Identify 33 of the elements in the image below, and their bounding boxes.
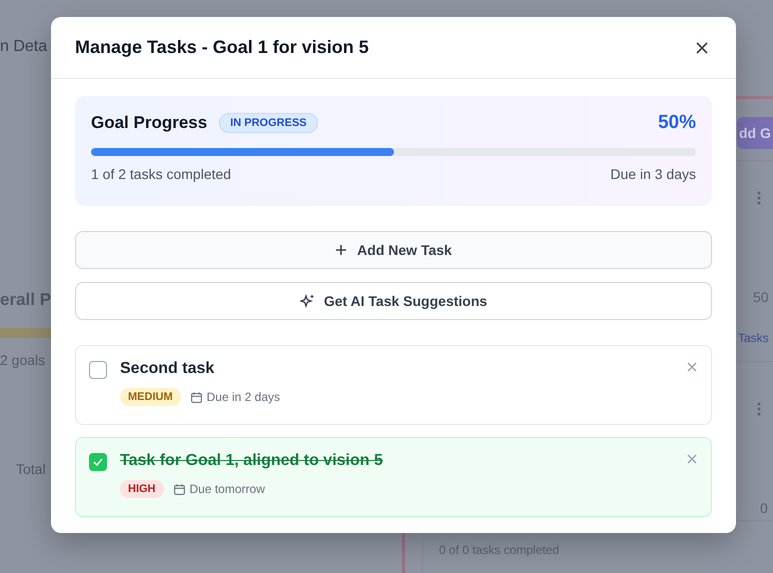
task-title: Second task bbox=[120, 360, 216, 378]
page-title: n Deta bbox=[0, 38, 48, 56]
delete-button[interactable] bbox=[685, 360, 699, 374]
delete-button[interactable] bbox=[685, 452, 699, 466]
task-title: Task for Goal 1, aligned to vision 5 bbox=[120, 452, 384, 470]
sparkle-icon bbox=[300, 294, 314, 308]
check-icon bbox=[93, 458, 103, 466]
close-icon bbox=[687, 454, 697, 464]
more-icon bbox=[757, 191, 761, 205]
add-task-button[interactable]: Add New Task bbox=[75, 231, 712, 269]
dialog-title: Manage Tasks - Goal 1 for vision 5 bbox=[75, 37, 369, 58]
close-icon bbox=[687, 362, 697, 372]
more-icon bbox=[757, 402, 761, 416]
task-checkbox[interactable] bbox=[89, 453, 107, 471]
progress-label: Goal Progress bbox=[91, 113, 208, 133]
due-text: Due in 3 days bbox=[610, 166, 696, 182]
stat-label: Total bbox=[16, 461, 46, 477]
timeline-line bbox=[402, 530, 405, 573]
status-badge: IN PROGRESS bbox=[219, 113, 318, 133]
calendar-icon bbox=[190, 392, 202, 402]
summary-text: 2 goals bbox=[0, 352, 46, 368]
calendar-icon bbox=[174, 484, 184, 494]
close-icon bbox=[696, 42, 708, 54]
due-date: Due in 2 days bbox=[206, 390, 280, 404]
task-checkbox[interactable] bbox=[89, 361, 107, 379]
suggestions-button[interactable]: Get AI Task Suggestions bbox=[75, 282, 712, 320]
priority-badge: MEDIUM bbox=[120, 388, 181, 406]
priority-badge: HIGH bbox=[120, 480, 164, 498]
due-date: Due tomorrow bbox=[190, 482, 265, 496]
progress-summary: 1 of 2 tasks completed bbox=[91, 166, 232, 182]
plus-icon bbox=[335, 244, 348, 256]
progress-percent: 50% bbox=[658, 112, 696, 134]
progress-fill bbox=[0, 328, 51, 338]
